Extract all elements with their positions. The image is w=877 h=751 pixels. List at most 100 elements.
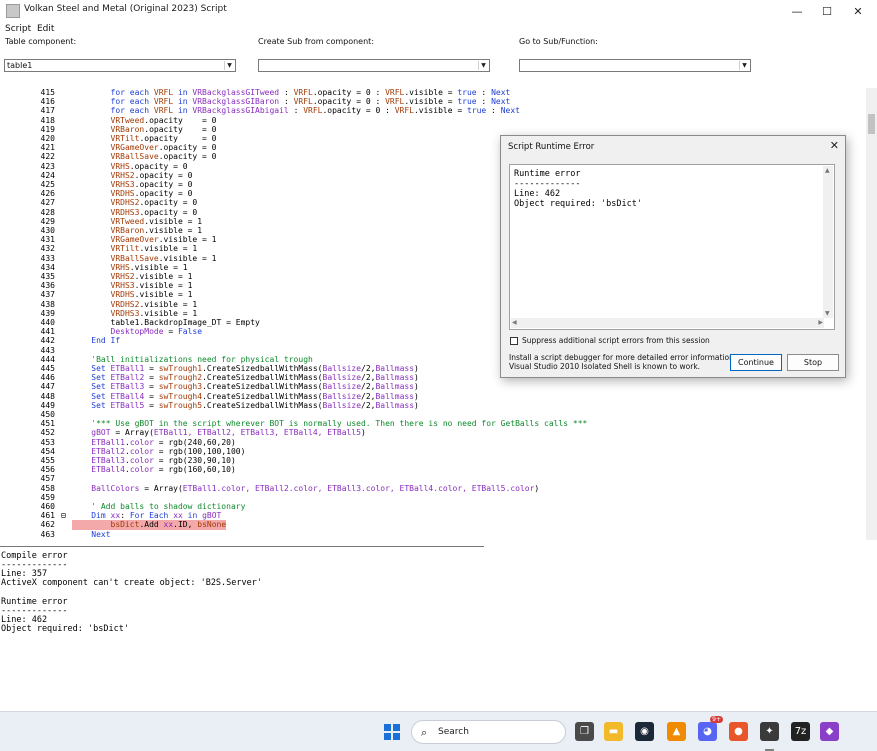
code-token: VRGameOver: [110, 143, 159, 153]
code-line[interactable]: 453 ETBall1.color = rgb(240,60,20): [0, 438, 866, 447]
code-line[interactable]: 416 for each VRFL in VRBackglassGIBaron …: [0, 97, 866, 106]
code-token: Next: [91, 529, 111, 539]
code-line[interactable]: 449 Set ETBall5 = swTrough5.CreateSizedb…: [0, 401, 866, 410]
search-placeholder: Search: [438, 727, 469, 737]
code-token: .opacity = 0 :: [322, 106, 395, 116]
scroll-down-icon[interactable]: ▼: [825, 310, 830, 317]
maximize-button[interactable]: ☐: [812, 0, 842, 22]
scroll-up-icon[interactable]: ▲: [825, 167, 830, 174]
code-text: ETBall4.color = rgb(160,60,10): [72, 465, 236, 474]
code-token: :: [120, 511, 130, 521]
code-token: :: [476, 88, 492, 97]
code-line[interactable]: 415 for each VRFL in VRBackglassGITweed …: [0, 88, 866, 97]
code-token: End If: [91, 336, 121, 346]
code-token: False: [177, 327, 203, 337]
table-component-value: table1: [7, 61, 33, 70]
file-explorer-icon[interactable]: ▬: [604, 722, 623, 741]
code-token: VRFL: [153, 88, 174, 97]
windows-start-icon[interactable]: [384, 724, 400, 740]
menu-edit[interactable]: Edit: [37, 24, 54, 34]
editor-scrollbar-thumb[interactable]: [868, 114, 875, 134]
line-number: 460: [40, 502, 55, 511]
message-hscrollbar[interactable]: ◀ ▶: [511, 318, 824, 328]
code-line[interactable]: 457: [0, 474, 866, 483]
pane-splitter[interactable]: [0, 546, 484, 547]
code-line[interactable]: 450: [0, 410, 866, 419]
code-line[interactable]: 451 '*** Use gBOT in the script wherever…: [0, 419, 866, 428]
code-token: swTrough5: [158, 400, 203, 410]
suppress-errors-checkbox[interactable]: [510, 337, 518, 345]
code-token: Set: [91, 382, 106, 392]
code-line[interactable]: 459: [0, 493, 866, 502]
code-token: VRHS3: [110, 180, 135, 189]
minimize-button[interactable]: —: [782, 0, 812, 22]
code-line[interactable]: 448 Set ETBall4 = swTrough4.CreateSizedb…: [0, 392, 866, 401]
code-line[interactable]: 455 ETBall3.color = rgb(230,90,10): [0, 456, 866, 465]
code-line[interactable]: 454 ETBall2.color = rgb(100,100,100): [0, 447, 866, 456]
code-token: .visible = 1: [134, 281, 193, 291]
code-line[interactable]: 452 gBOT = Array(ETBall1, ETBall2, ETBal…: [0, 428, 866, 437]
create-sub-select[interactable]: ▼: [258, 59, 490, 72]
code-token: .visible = 1: [129, 262, 188, 272]
fold-marker-icon[interactable]: ⊟: [61, 511, 67, 520]
vlc-icon[interactable]: ▲: [667, 722, 686, 741]
code-line[interactable]: 456 ETBall4.color = rgb(160,60,10): [0, 465, 866, 474]
code-text: Next: [72, 529, 111, 539]
line-number: 454: [40, 446, 55, 456]
code-token: in: [173, 97, 193, 107]
code-line[interactable]: 463: [0, 539, 866, 540]
suppress-errors-label[interactable]: Suppress additional script errors from t…: [522, 336, 710, 345]
code-line[interactable]: 458 BallColors = Array(ETBall1.color, ET…: [0, 484, 866, 493]
code-text: ' Add balls to shadow dictionary: [72, 502, 245, 511]
message-scrollbar[interactable]: ▲ ▼: [823, 166, 833, 318]
code-line[interactable]: 461 ⊟ Dim xx: For Each xx in gBOT: [0, 511, 866, 520]
code-token: /2,: [361, 373, 376, 383]
code-token: for each: [110, 88, 150, 97]
code-line[interactable]: 417 for each VRFL in VRBackglassGIAbigai…: [0, 106, 866, 115]
code-text: VRGameOver.opacity = 0: [72, 143, 217, 152]
stop-button[interactable]: Stop: [787, 354, 839, 371]
code-token: Ballmass: [375, 364, 415, 373]
table-component-select[interactable]: table1 ▼: [4, 59, 236, 72]
code-line[interactable]: 418 VRTweed.opacity = 0: [0, 116, 866, 125]
code-line[interactable]: 460 ' Add balls to shadow dictionary: [0, 502, 866, 511]
code-token: .visible = 1: [144, 216, 203, 226]
steam-icon[interactable]: ◉: [635, 722, 654, 741]
close-icon[interactable]: ✕: [830, 139, 839, 152]
editor-scrollbar[interactable]: [866, 88, 877, 540]
code-token: Set: [91, 391, 106, 401]
continue-button[interactable]: Continue: [730, 354, 782, 371]
task-view-icon[interactable]: ❐: [575, 722, 594, 741]
discord-icon[interactable]: ◕ 9+: [698, 716, 723, 741]
code-line-error[interactable]: 462 bsDict.Add xx.ID, bsNone: [0, 520, 866, 530]
visual-pinball-icon[interactable]: ✦: [760, 722, 779, 741]
menu-script[interactable]: Script: [5, 24, 31, 34]
error-message-box: Runtime error ------------- Line: 462 Ob…: [509, 164, 835, 330]
goto-sub-select[interactable]: ▼: [519, 59, 751, 72]
code-token: =: [144, 382, 159, 392]
close-button[interactable]: ✕: [843, 0, 873, 22]
7zip-icon[interactable]: 7z: [791, 722, 810, 741]
code-line[interactable]: 447 Set ETBall3 = swTrough3.CreateSizedb…: [0, 382, 866, 391]
code-token: :: [288, 106, 304, 116]
code-token: For Each: [129, 511, 169, 521]
code-token: VRBaron: [110, 124, 145, 134]
line-number: 421: [40, 143, 55, 153]
code-token: .opacity = 0: [139, 198, 198, 208]
scroll-right-icon[interactable]: ▶: [818, 319, 823, 326]
app-icon-purple[interactable]: ◆: [820, 722, 839, 741]
firefox-icon[interactable]: ●: [729, 722, 748, 741]
code-line[interactable]: 419 VRBaron.opacity = 0: [0, 125, 866, 134]
scroll-left-icon[interactable]: ◀: [512, 319, 517, 326]
code-token: color: [129, 446, 154, 456]
code-line[interactable]: 463 Next: [0, 530, 866, 539]
taskbar-search[interactable]: ⌕ Search: [411, 720, 566, 744]
code-token: VRBaron: [110, 226, 145, 235]
